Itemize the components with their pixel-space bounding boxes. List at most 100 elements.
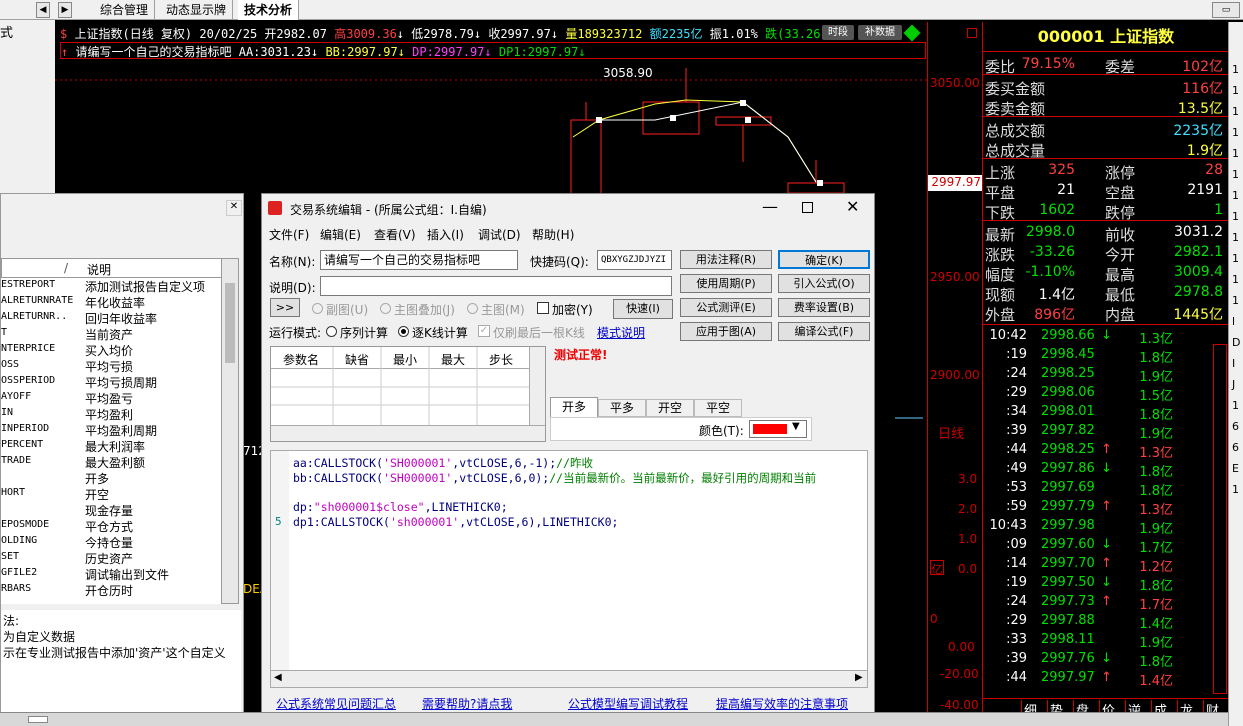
- quote-label: 内盘: [1105, 306, 1136, 324]
- function-desc: 当前资产: [85, 328, 134, 342]
- change-value: 跌(33.26: [765, 27, 821, 41]
- param-hscroll[interactable]: [271, 425, 545, 441]
- function-list-item[interactable]: AYOFF 平均盈亏: [1, 390, 221, 406]
- code-token: dp1:: [293, 515, 321, 529]
- mode-help-link[interactable]: 模式说明: [597, 324, 645, 341]
- function-list-item[interactable]: NTERPRICE 买入均价: [1, 342, 221, 358]
- quote-row: 涨跌 -33.26 今开 2982.1: [983, 243, 1229, 264]
- function-list-item[interactable]: 开多: [1, 470, 221, 486]
- function-list-item[interactable]: PERCENT 最大利润率: [1, 438, 221, 454]
- menu-view[interactable]: 查看(V): [374, 226, 416, 243]
- menu-file[interactable]: 文件(F): [269, 226, 309, 243]
- scroll-left-icon[interactable]: ◀: [274, 672, 282, 683]
- fee-settings-button[interactable]: 费率设置(B): [778, 298, 870, 317]
- last-bar-checkbox[interactable]: ✓: [478, 325, 490, 337]
- menu-insert[interactable]: 插入(I): [427, 226, 464, 243]
- function-list-item[interactable]: OSSPERIOD 平均亏损周期: [1, 374, 221, 390]
- name-input[interactable]: 请编写一个自己的交易指标吧: [320, 250, 518, 270]
- function-desc: 最大盈利额: [85, 456, 146, 470]
- function-list-item[interactable]: OLDING 今持仓量: [1, 534, 221, 550]
- menu-debug[interactable]: 调试(D): [478, 226, 521, 243]
- tutorial-link[interactable]: 公式模型编写调试教程: [568, 695, 688, 712]
- code-token: 'SH000001': [383, 456, 453, 470]
- vol-label-0: 0.0: [958, 562, 978, 576]
- scroll-right-icon[interactable]: ▶: [855, 672, 863, 683]
- use-period-button[interactable]: 使用周期(P): [680, 274, 772, 293]
- app-icon: [268, 201, 282, 215]
- usage-notes-button[interactable]: 用法注释(R): [680, 250, 772, 269]
- desc-input[interactable]: [320, 276, 672, 296]
- row-divider: [983, 74, 1229, 75]
- function-list-item[interactable]: EPOSMODE 平仓方式: [1, 518, 221, 534]
- compile-formula-button[interactable]: 编译公式(F): [778, 322, 870, 341]
- color-select[interactable]: ▼: [749, 420, 807, 438]
- close-icon[interactable]: ✕: [226, 200, 242, 216]
- function-list-item[interactable]: ESTREPORT 添加测试报告自定义项: [1, 278, 221, 294]
- tick-price: 2997.76: [1041, 651, 1095, 666]
- menu-help[interactable]: 帮助(H): [532, 226, 574, 243]
- tick-price: 2998.11: [1041, 632, 1095, 647]
- scroll-thumb[interactable]: [28, 716, 48, 723]
- expand-button[interactable]: >>: [270, 298, 300, 317]
- function-list-item[interactable]: GFILE2 调试输出到文件: [1, 566, 221, 582]
- tick-scrollbar[interactable]: [1213, 344, 1227, 694]
- tick-price: 2998.45: [1041, 347, 1095, 362]
- import-formula-button[interactable]: 引入公式(O): [778, 274, 870, 293]
- radio-main-overlay[interactable]: [380, 303, 391, 314]
- radio-seq[interactable]: [326, 326, 337, 337]
- prev-arrow-button[interactable]: ◀: [36, 2, 50, 18]
- formula-code-editor[interactable]: aa:CALLSTOCK('SH000001',vtCLOSE,6,-1);//…: [270, 450, 868, 688]
- quote-value: 2998.0: [1026, 224, 1075, 240]
- quick-button[interactable]: 快速(I): [613, 299, 673, 319]
- maximize-icon[interactable]: [802, 202, 813, 213]
- tab-open-short[interactable]: 开空: [646, 399, 694, 417]
- function-list-item[interactable]: INPERIOD 平均盈利周期: [1, 422, 221, 438]
- tab-close-short[interactable]: 平空: [694, 399, 742, 417]
- tab-open-long[interactable]: 开多: [550, 397, 598, 417]
- scroll-thumb[interactable]: [225, 283, 235, 363]
- function-list-item[interactable]: OSS 平均亏损: [1, 358, 221, 374]
- help-link[interactable]: 需要帮助?请点我: [422, 695, 512, 712]
- radio-sub[interactable]: [312, 303, 323, 314]
- shortcut-input[interactable]: QBXYGZJDJYZI: [597, 250, 672, 270]
- tab-dynamic-board[interactable]: 动态显示牌: [160, 0, 234, 20]
- encrypt-checkbox[interactable]: [537, 302, 549, 314]
- function-list-item[interactable]: SET 历史资产: [1, 550, 221, 566]
- function-list-item[interactable]: T 当前资产: [1, 326, 221, 342]
- function-list-item[interactable]: 现金存量: [1, 502, 221, 518]
- radio-bar[interactable]: [398, 326, 409, 337]
- apply-to-chart-button[interactable]: 应用于图(A): [680, 322, 772, 341]
- function-list-item[interactable]: IN 平均盈利: [1, 406, 221, 422]
- confirm-button[interactable]: 确定(K): [778, 250, 870, 269]
- tab-close-long[interactable]: 平多: [598, 399, 646, 417]
- tick-time: :19: [1006, 347, 1027, 362]
- faq-link[interactable]: 公式系统常见问题汇总: [276, 695, 396, 712]
- efficiency-tips-link[interactable]: 提高编写效率的注意事项: [716, 695, 848, 712]
- formula-evaluate-button[interactable]: 公式测评(E): [680, 298, 772, 317]
- code-hscrollbar[interactable]: ◀ ▶: [270, 670, 868, 688]
- function-list-item[interactable]: HORT 开空: [1, 486, 221, 502]
- tab-technical-analysis[interactable]: 技术分析: [238, 0, 300, 20]
- minimize-icon[interactable]: —: [762, 197, 778, 216]
- col-desc-header[interactable]: 说明: [87, 261, 111, 278]
- tab-management[interactable]: 综合管理: [94, 0, 156, 20]
- window-control-icon[interactable]: ▭: [1212, 2, 1240, 18]
- function-list[interactable]: ESTREPORT 添加测试报告自定义项 ALRETURNRATE 年化收益率 ALRE…: [1, 278, 221, 604]
- tick-time: :24: [1006, 594, 1027, 609]
- radio-main-label: 主图(M): [481, 303, 525, 317]
- function-list-item[interactable]: ALRETURNRATE 年化收益率: [1, 294, 221, 310]
- param-vscroll[interactable]: [529, 347, 545, 425]
- menu-edit[interactable]: 编辑(E): [320, 226, 361, 243]
- period-button[interactable]: 时段: [822, 25, 854, 40]
- close-icon[interactable]: ✕: [846, 197, 859, 216]
- function-list-item[interactable]: ALRETURNR.. 回归年收益率: [1, 310, 221, 326]
- radio-main[interactable]: [467, 303, 478, 314]
- bottom-scrollbar[interactable]: [0, 712, 1228, 726]
- param-table[interactable]: 参数名 缺省 最小 最大 步长: [270, 346, 546, 442]
- function-list-item[interactable]: TRADE 最大盈利额: [1, 454, 221, 470]
- quote-row: 总成交额 2235亿: [983, 119, 1229, 140]
- supplement-data-button[interactable]: 补数据: [858, 25, 902, 40]
- list-scrollbar[interactable]: [221, 258, 239, 604]
- function-list-item[interactable]: RBARS 开仓历时: [1, 582, 221, 598]
- next-arrow-button[interactable]: ▶: [58, 2, 72, 18]
